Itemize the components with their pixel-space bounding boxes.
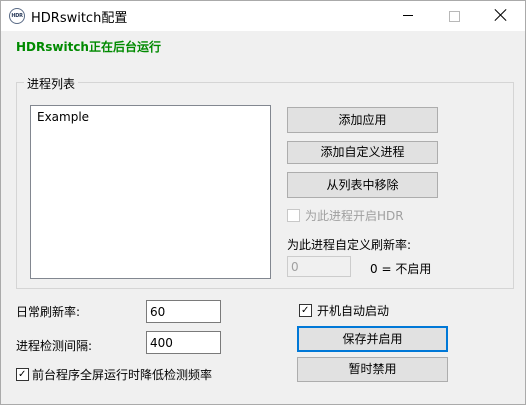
add-custom-process-button[interactable]: 添加自定义进程 (287, 141, 438, 164)
close-button[interactable] (477, 1, 523, 31)
reduce-frequency-checkbox[interactable]: ✓ (16, 368, 29, 381)
process-list-group-label: 进程列表 (24, 75, 79, 92)
process-refresh-value: 0 (291, 260, 299, 274)
process-refresh-input[interactable]: 0 (287, 256, 351, 277)
hdr-app-icon: HDR (9, 8, 25, 24)
add-app-button[interactable]: 添加应用 (287, 107, 438, 133)
detection-interval-label: 进程检测间隔: (16, 339, 93, 353)
autostart-label: 开机自动启动 (317, 304, 390, 318)
minimize-icon (403, 15, 413, 16)
temporarily-disable-button[interactable]: 暂时禁用 (297, 357, 448, 382)
process-listbox[interactable]: Example (30, 105, 271, 279)
close-icon (494, 8, 508, 22)
title-bar[interactable]: HDR HDRswitch配置 (1, 1, 525, 31)
autostart-checkbox[interactable]: ✓ (299, 304, 312, 317)
remove-from-list-button[interactable]: 从列表中移除 (287, 172, 438, 198)
zero-disabled-note: 0 = 不启用 (370, 262, 432, 276)
reduce-frequency-label: 前台程序全屏运行时降低检测频率 (32, 368, 213, 382)
maximize-button[interactable] (431, 1, 477, 31)
custom-refresh-label: 为此进程自定义刷新率: (287, 238, 412, 252)
status-text: HDRswitch正在后台运行 (16, 40, 161, 54)
maximize-icon (449, 11, 460, 22)
daily-refresh-label: 日常刷新率: (16, 305, 81, 319)
daily-refresh-value: 60 (150, 305, 166, 319)
checkmark-icon: ✓ (301, 305, 310, 316)
minimize-button[interactable] (385, 1, 431, 31)
daily-refresh-input[interactable]: 60 (146, 300, 221, 323)
save-and-enable-button[interactable]: 保存并启用 (297, 326, 448, 352)
detection-interval-value: 400 (150, 336, 173, 350)
detection-interval-input[interactable]: 400 (146, 331, 221, 354)
checkmark-icon: ✓ (18, 369, 27, 380)
window-title: HDRswitch配置 (31, 11, 128, 26)
enable-hdr-label: 为此进程开启HDR (305, 209, 404, 223)
list-item[interactable]: Example (37, 110, 89, 124)
enable-hdr-checkbox[interactable] (287, 209, 300, 222)
